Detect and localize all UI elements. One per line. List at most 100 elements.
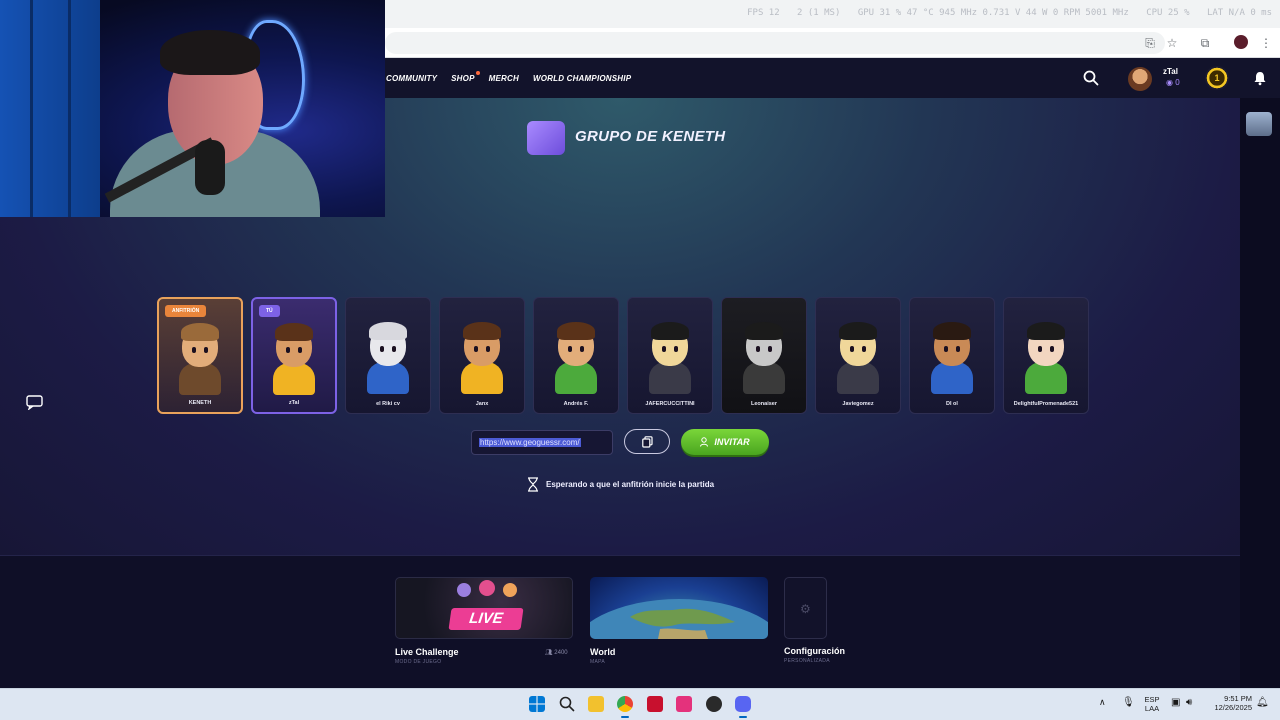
player-avatar: [831, 322, 885, 394]
add-user-icon: [700, 437, 709, 447]
player-name: Leonaiser: [751, 401, 777, 407]
invite-link-field[interactable]: https://www.geoguessr.com/: [471, 430, 613, 455]
live-characters-art: [457, 580, 517, 597]
friend-avatar[interactable]: [1246, 112, 1272, 136]
player-name: Andrés F.: [563, 401, 589, 407]
bell-icon[interactable]: [1252, 70, 1268, 86]
settings-subtitle: PERSONALIZADA: [784, 658, 830, 664]
nav-link-merch[interactable]: MERCH: [489, 74, 519, 83]
nav-link-world-championship[interactable]: WORLD CHAMPIONSHIP: [533, 74, 631, 83]
player-card[interactable]: DI ol: [909, 297, 995, 414]
live-challenge-subtitle: MODO DE JUEGO: [395, 659, 442, 665]
cpu-readout: CPU 25 %: [1146, 8, 1190, 18]
group-title: GRUPO DE KENETH: [575, 128, 726, 145]
player-badge: TÚ: [259, 305, 280, 317]
taskbar-search-icon[interactable]: [559, 696, 575, 712]
player-name: DI ol: [946, 401, 958, 407]
player-name: zTal: [288, 400, 300, 406]
world-map-tile[interactable]: [590, 577, 768, 639]
notification-dot: [475, 70, 480, 75]
lat-readout: LAT N/A 0 ms: [1206, 8, 1272, 18]
waiting-status: Esperando a que el anfitrión inicie la p…: [546, 480, 715, 489]
settings-tile[interactable]: ⚙: [784, 577, 827, 639]
extensions-icon[interactable]: ⧉: [1196, 34, 1214, 52]
settings-title: Configuración: [784, 646, 845, 656]
search-icon[interactable]: [1082, 69, 1100, 87]
tiktok-icon[interactable]: [676, 696, 692, 712]
player-card[interactable]: TÚ zTal: [251, 297, 337, 414]
player-name: JAFERCUCCITTINI: [645, 401, 695, 407]
menu-icon[interactable]: ⋮: [1257, 34, 1275, 52]
live-sign: LIVE: [448, 608, 524, 630]
player-card[interactable]: Leonaiser: [721, 297, 807, 414]
player-avatar: [361, 322, 415, 394]
volume-icon[interactable]: 🔊︎: [1186, 697, 1192, 708]
player-avatar: [267, 323, 321, 395]
player-card[interactable]: ANFITRIÓN KENETH: [157, 297, 243, 414]
address-bar[interactable]: [385, 32, 1165, 54]
notification-bell-icon[interactable]: 🔔︎: [1256, 697, 1269, 708]
player-avatar: [925, 322, 979, 394]
copy-link-button[interactable]: [624, 429, 670, 454]
coin-balance: ◉ 0: [1166, 78, 1180, 87]
clock[interactable]: 9:51 PM 12/26/2025: [1206, 694, 1252, 712]
level-badge[interactable]: 1: [1205, 66, 1229, 90]
language-indicator[interactable]: ESP LAA: [1140, 695, 1164, 713]
nav-link-community[interactable]: COMMUNITY: [386, 74, 437, 83]
player-card[interactable]: Andrés F.: [533, 297, 619, 414]
browser-profile-avatar[interactable]: [1234, 35, 1248, 49]
player-card[interactable]: JAFERCUCCITTINI: [627, 297, 713, 414]
star-icon[interactable]: ☆: [1163, 34, 1181, 52]
live-challenge-title: Live Challenge: [395, 647, 459, 657]
chrome-icon[interactable]: [617, 696, 633, 712]
fps-readout: FPS 12: [747, 8, 780, 18]
microphone-icon[interactable]: 🎙︎: [1122, 697, 1135, 708]
webcam-hair: [160, 30, 260, 75]
taskbar: [0, 688, 1280, 720]
player-list: ANFITRIÓN KENETH TÚ zTal el Riki cv Janx André…: [157, 297, 1089, 414]
webcam-overlay: [0, 0, 385, 217]
active-indicator: [621, 716, 629, 718]
fps-ms-readout: 2 (1 MS): [797, 8, 841, 18]
player-avatar: [1019, 322, 1073, 394]
nav-links: COMMUNITY SHOP MERCH WORLD CHAMPIONSHIP: [386, 58, 631, 98]
player-avatar: [173, 323, 227, 395]
webcam-microphone: [195, 140, 225, 195]
invite-button[interactable]: INVITAR: [681, 429, 769, 455]
player-card[interactable]: el Riki cv: [345, 297, 431, 414]
file-explorer-icon[interactable]: [588, 696, 604, 712]
earth-art: [590, 599, 768, 639]
nav-link-shop[interactable]: SHOP: [451, 70, 480, 83]
obs-icon[interactable]: [706, 696, 722, 712]
player-card[interactable]: DelightfulPromenade521: [1003, 297, 1089, 414]
world-subtitle: MAPA: [590, 659, 605, 665]
cast-icon[interactable]: ⎘: [1141, 34, 1159, 52]
player-card[interactable]: Janx: [439, 297, 525, 414]
player-avatar: [549, 322, 603, 394]
active-indicator: [739, 716, 747, 718]
windows-start-icon[interactable]: [529, 696, 545, 712]
invite-link-text[interactable]: https://www.geoguessr.com/: [479, 438, 581, 447]
copy-icon: [642, 436, 653, 448]
player-name: el Riki cv: [376, 401, 400, 407]
discord-icon[interactable]: [735, 696, 751, 712]
app-icon[interactable]: [647, 696, 663, 712]
player-count: 👥︎ 2400: [545, 650, 568, 656]
webcam-door: [0, 0, 100, 217]
player-badge: ANFITRIÓN: [165, 305, 207, 317]
network-icon[interactable]: ▣: [1171, 697, 1180, 708]
player-avatar: [455, 322, 509, 394]
user-avatar[interactable]: [1128, 67, 1152, 91]
gear-icon: ⚙: [800, 602, 811, 616]
invite-label: INVITAR: [714, 437, 750, 447]
username[interactable]: zTal: [1163, 67, 1178, 76]
live-challenge-tile[interactable]: LIVE: [395, 577, 573, 639]
player-card[interactable]: Javiegomez: [815, 297, 901, 414]
world-title: World: [590, 647, 616, 657]
player-name: KENETH: [188, 400, 212, 406]
group-icon: [527, 121, 565, 155]
gpu-readout: GPU 31 % 47 °C 945 MHz 0.731 V 44 W 0 RP…: [857, 8, 1129, 18]
player-name: Janx: [475, 401, 489, 407]
tray-chevron-icon[interactable]: ∧: [1099, 697, 1106, 708]
chat-icon[interactable]: [26, 395, 43, 410]
